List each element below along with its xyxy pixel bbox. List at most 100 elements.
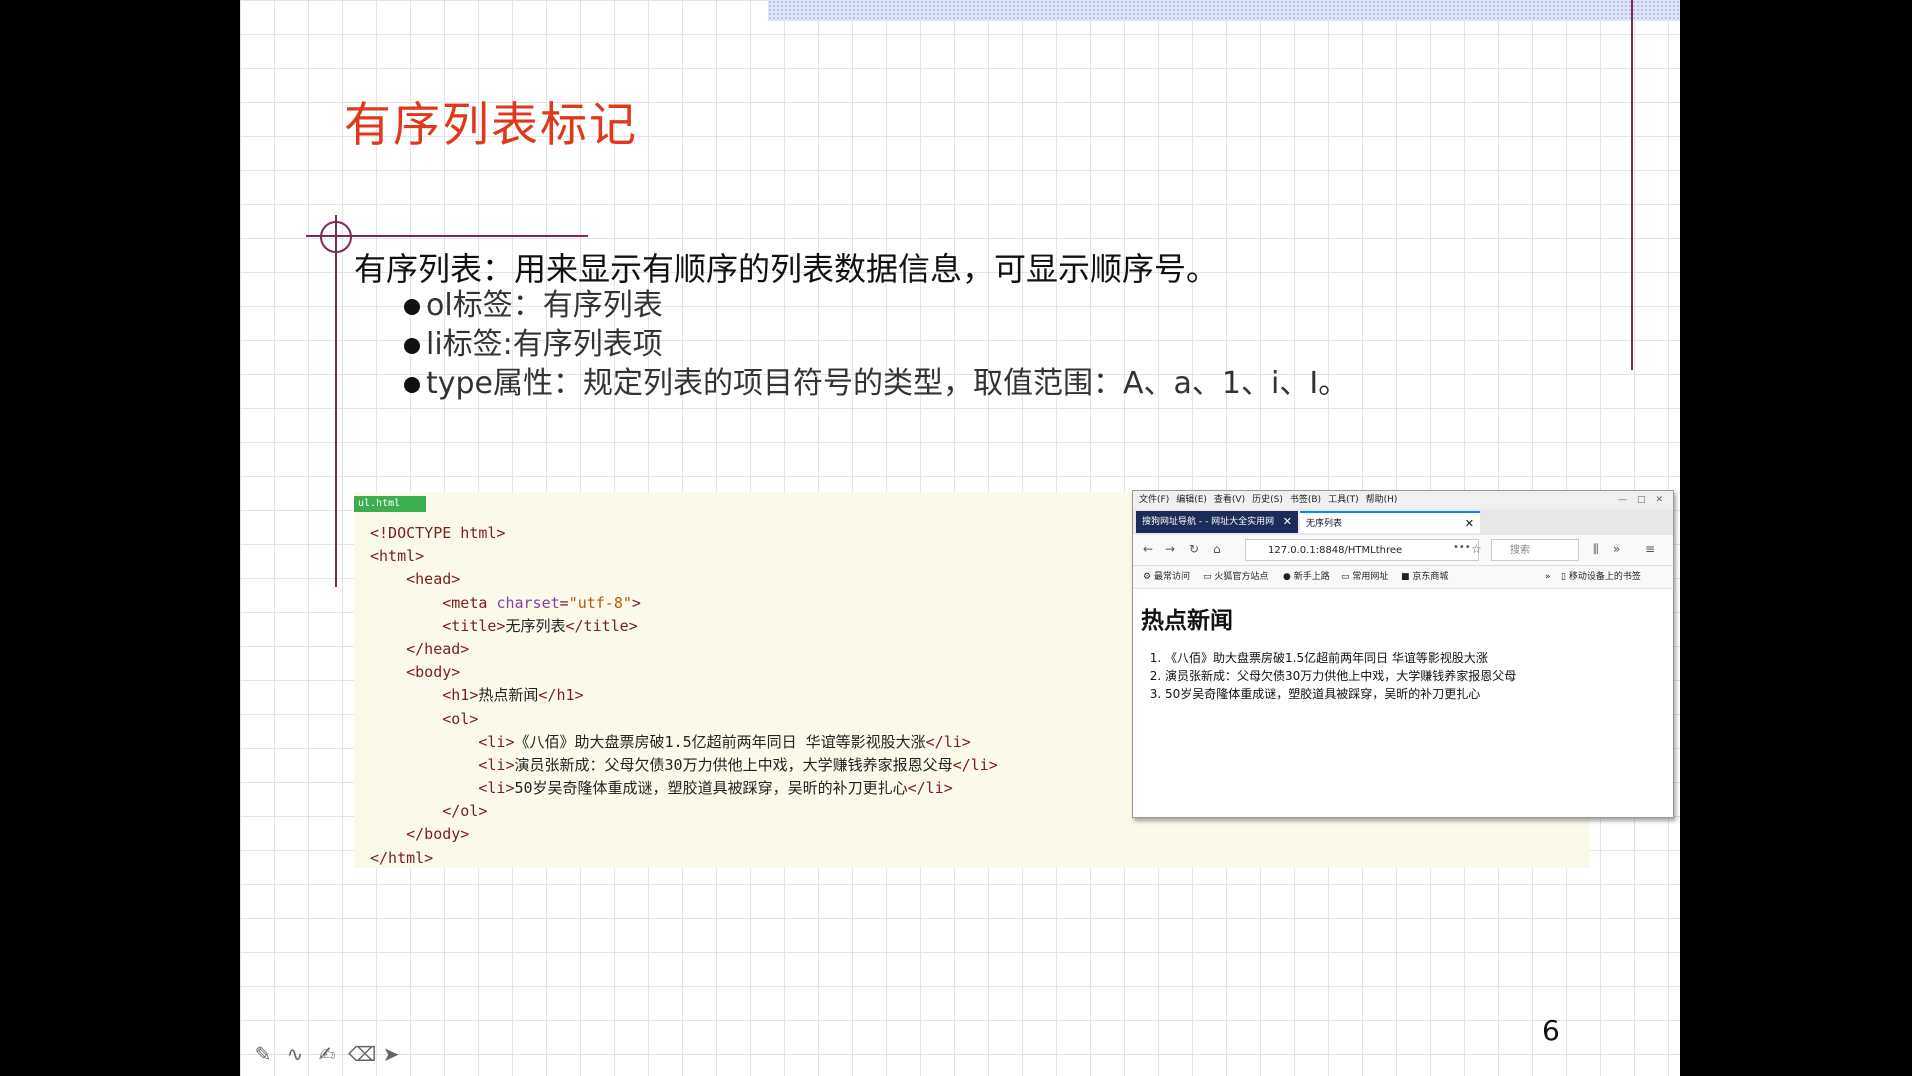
menu-icon[interactable]: ≡: [1645, 542, 1655, 556]
decoration-circle: [320, 221, 352, 253]
home-icon[interactable]: ⌂: [1213, 542, 1221, 556]
close-button[interactable]: ✕: [1655, 491, 1663, 509]
bullet-dot-icon: [404, 377, 420, 393]
code-token: </body>: [406, 825, 470, 844]
bookmark-item[interactable]: ▭ 火狐官方站点: [1203, 566, 1268, 588]
back-icon[interactable]: ←: [1143, 542, 1153, 556]
nav-bar: ← → ↻ ⌂ 127.0.0.1:8848/HTMLthree ••• ☆ 搜…: [1133, 535, 1673, 566]
bookmark-label: 火狐官方站点: [1214, 572, 1269, 582]
bookmark-label: 最常访问: [1153, 572, 1190, 582]
code-token: charset: [496, 593, 560, 612]
code-line: <title>无序列表</title>: [370, 615, 998, 638]
maximize-button[interactable]: □: [1637, 491, 1646, 509]
bullet-item: li标签:有序列表项: [404, 325, 1348, 364]
code-lines: <!DOCTYPE html> <html> <head> <meta chars…: [370, 522, 998, 870]
menu-item[interactable]: 书签(B): [1290, 491, 1321, 509]
code-line: <html>: [370, 545, 998, 568]
overflow-icon[interactable]: »: [1545, 566, 1551, 588]
code-token: </ol>: [442, 802, 488, 821]
code-line: <li>《八佰》助大盘票房破1.5亿超前两年同日 华谊等影视股大涨</li>: [370, 731, 998, 754]
code-screenshot: ul.html <!DOCTYPE html> <html> <head> <me…: [354, 490, 1674, 870]
close-icon[interactable]: ✕: [1465, 513, 1474, 533]
tab-label: 无序列表: [1306, 519, 1343, 529]
code-token: <li>: [478, 779, 515, 798]
bookmark-item[interactable]: ▯ 移动设备上的书签: [1561, 566, 1641, 588]
code-token: </html>: [370, 848, 434, 867]
bookmark-item[interactable]: ⚙ 最常访问: [1143, 566, 1190, 588]
bookmark-label: 京东商城: [1412, 572, 1449, 582]
list-item: 《八佰》助大盘票房破1.5亿超前两年同日 华谊等影视股大涨: [1165, 649, 1665, 667]
bullet-item: ol标签：有序列表: [404, 286, 1348, 325]
menu-item[interactable]: 工具(T): [1328, 491, 1359, 509]
code-token: </li>: [952, 755, 998, 774]
overflow-icon[interactable]: »: [1613, 542, 1620, 556]
divider-line: [1631, 0, 1633, 370]
menu-item[interactable]: 查看(V): [1214, 491, 1245, 509]
bookmark-item[interactable]: ▭ 常用网址: [1341, 566, 1388, 588]
header-band: [768, 0, 1680, 21]
code-line: </head>: [370, 638, 998, 661]
bookmark-label: 新手上路: [1293, 572, 1330, 582]
url-bar[interactable]: 127.0.0.1:8848/HTMLthree: [1245, 539, 1479, 561]
close-icon[interactable]: ✕: [1283, 511, 1292, 533]
pointer-icon[interactable]: ➤: [380, 1042, 402, 1066]
bullet-item: type属性：规定列表的项目符号的类型，取值范围：A、a、1、i、I。: [404, 364, 1348, 403]
intro-text: 有序列表：用来显示有顺序的列表数据信息，可显示顺序号。: [354, 250, 1219, 288]
code-line: <ol>: [370, 708, 998, 731]
code-token: </li>: [925, 732, 971, 751]
reload-icon[interactable]: ↻: [1189, 542, 1199, 556]
menu-item[interactable]: 历史(S): [1252, 491, 1283, 509]
bullet-keyword: type: [426, 366, 494, 401]
bullet-keyword: ol: [426, 288, 453, 323]
highlighter-icon[interactable]: ✍: [316, 1042, 338, 1066]
code-token: <ol>: [442, 709, 479, 728]
bullet-dot-icon: [404, 299, 420, 315]
browser-tab-active[interactable]: 无序列表 ✕: [1300, 511, 1480, 533]
code-token: </h1>: [538, 686, 584, 705]
bookmark-star-icon[interactable]: ☆: [1471, 542, 1482, 556]
code-token: 热点新闻: [478, 686, 539, 705]
code-token: 50岁吴奇隆体重成谜，塑胶道具被踩穿，吴昕的补刀更扎心: [514, 779, 908, 798]
code-token: </head>: [406, 639, 470, 658]
tab-label: 搜狗网址导航 - - 网址大全实用网: [1142, 517, 1275, 527]
code-token: "utf-8": [568, 593, 632, 612]
pen-icon[interactable]: ✎: [252, 1042, 274, 1066]
tab-bar: 搜狗网址导航 - - 网址大全实用网 ✕ 无序列表 ✕: [1133, 509, 1673, 535]
file-tab: ul.html: [354, 496, 426, 512]
annotation-toolbar: ✎ ∿ ✍ ⌫ ➤: [252, 1042, 402, 1066]
bullet-keyword: li: [426, 327, 443, 362]
bookmark-label: 移动设备上的书签: [1568, 572, 1641, 582]
page-content: 热点新闻 《八佰》助大盘票房破1.5亿超前两年同日 华谊等影视股大涨 演员张新成…: [1133, 589, 1673, 715]
menu-item[interactable]: 编辑(E): [1176, 491, 1207, 509]
slide: 有序列表标记 有序列表：用来显示有顺序的列表数据信息，可显示顺序号。 ol标签：…: [240, 0, 1680, 1076]
code-token: </title>: [565, 616, 638, 635]
code-line: </html>: [370, 847, 998, 870]
code-token: <meta: [442, 593, 497, 612]
bullet-dot-icon: [404, 338, 420, 354]
forward-icon[interactable]: →: [1165, 542, 1175, 556]
menu-item[interactable]: 帮助(H): [1366, 491, 1398, 509]
eraser-icon[interactable]: ⌫: [348, 1042, 376, 1066]
code-line: </ol>: [370, 800, 998, 823]
library-icon[interactable]: ⫼: [1593, 542, 1599, 557]
bookmark-item[interactable]: ■ 京东商城: [1401, 566, 1448, 588]
code-token: =: [559, 593, 569, 612]
code-token: <head>: [406, 570, 461, 589]
browser-tab[interactable]: 搜狗网址导航 - - 网址大全实用网 ✕: [1136, 511, 1298, 533]
minimize-button[interactable]: —: [1618, 491, 1627, 509]
code-line: </body>: [370, 823, 998, 846]
slide-title: 有序列表标记: [344, 98, 638, 153]
more-icon[interactable]: •••: [1453, 542, 1471, 553]
bookmark-item[interactable]: ● 新手上路: [1283, 566, 1330, 588]
code-token: <!DOCTYPE html>: [370, 524, 506, 542]
menu-item[interactable]: 文件(F): [1139, 491, 1169, 509]
bookmarks-bar: ⚙ 最常访问 ▭ 火狐官方站点 ● 新手上路 ▭ 常用网址 ■ 京东商城 » ▯…: [1133, 566, 1673, 589]
news-list: 《八佰》助大盘票房破1.5亿超前两年同日 华谊等影视股大涨 演员张新成：父母欠债…: [1141, 649, 1665, 703]
code-token: 《八佰》助大盘票房破1.5亿超前两年同日 华谊等影视股大涨: [514, 732, 926, 751]
list-item: 50岁吴奇隆体重成谜，塑胶道具被踩穿，吴昕的补刀更扎心: [1165, 685, 1665, 703]
ink-icon[interactable]: ∿: [284, 1042, 306, 1066]
code-token: <li>: [478, 732, 515, 751]
code-line: <li>演员张新成：父母欠债30万力供他上中戏，大学赚钱养家报恩父母</li>: [370, 754, 998, 777]
search-input[interactable]: 搜索: [1491, 539, 1579, 561]
code-token: <title>: [442, 616, 506, 635]
